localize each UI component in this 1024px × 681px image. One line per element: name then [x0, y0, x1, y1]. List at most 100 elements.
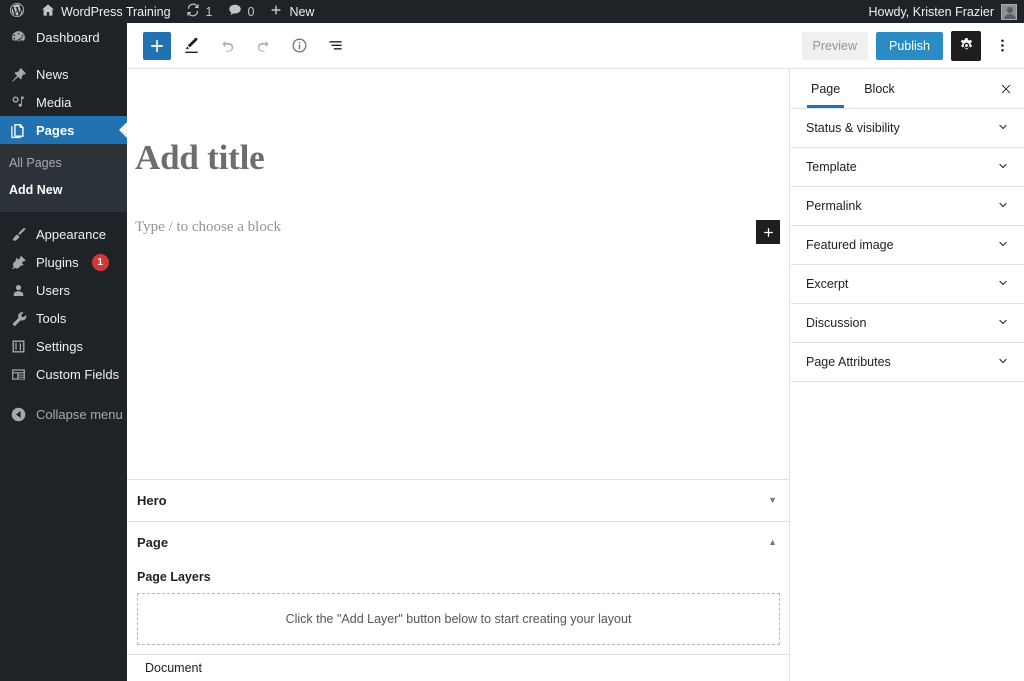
editor-toolbar-right: Preview Publish	[802, 31, 1015, 61]
plus-icon	[761, 225, 776, 240]
add-block-button[interactable]	[143, 32, 171, 60]
sidebar-submenu-pages: All Pages Add New	[0, 144, 127, 212]
avatar	[1001, 4, 1017, 20]
tab-block[interactable]: Block	[852, 69, 907, 108]
comments-count: 0	[248, 5, 255, 19]
close-sidebar-button[interactable]	[988, 69, 1024, 108]
sidebar-item-tools[interactable]: Tools	[0, 305, 127, 333]
editor-toolbar-left	[143, 30, 351, 62]
comments-button[interactable]: 0	[220, 0, 262, 23]
plus-icon	[147, 36, 167, 56]
account-menu[interactable]: Howdy, Kristen Frazier	[869, 4, 1024, 20]
site-name-button[interactable]: WordPress Training	[33, 0, 178, 23]
metabox-page-header[interactable]: Page ▲	[127, 522, 790, 563]
sidebar-item-users[interactable]: Users	[0, 277, 127, 305]
users-icon	[9, 282, 27, 300]
sidebar-item-custom-fields[interactable]: Custom Fields	[0, 361, 127, 389]
document-label[interactable]: Document	[145, 661, 202, 675]
new-content-label: New	[289, 5, 314, 19]
list-view-button[interactable]	[319, 30, 351, 62]
redo-button[interactable]	[247, 30, 279, 62]
list-view-icon	[325, 35, 346, 56]
collapse-menu-button[interactable]: Collapse menu	[0, 401, 127, 429]
panel-featured-image[interactable]: Featured image	[791, 226, 1024, 265]
page-layers-dropzone[interactable]: Click the "Add Layer" button below to st…	[137, 593, 780, 645]
wordpress-logo-button[interactable]	[0, 0, 33, 23]
panel-template[interactable]: Template	[791, 148, 1024, 187]
admin-sidebar-menu: Dashboard News Media Pages All Pages Add…	[0, 23, 127, 681]
metabox-hero-header[interactable]: Hero ▼	[127, 480, 790, 521]
sidebar-item-plugins[interactable]: Plugins 1	[0, 249, 127, 277]
plugins-icon	[9, 254, 27, 272]
vertical-ellipsis-icon	[993, 36, 1012, 55]
sidebar-item-label: News	[36, 68, 69, 81]
wordpress-logo-icon	[9, 2, 25, 21]
dashboard-icon	[9, 28, 27, 46]
metabox-hero: Hero ▼	[127, 480, 790, 522]
sidebar-item-add-new[interactable]: Add New	[0, 177, 127, 204]
new-content-button[interactable]: New	[261, 0, 321, 23]
panel-label: Page Attributes	[806, 355, 891, 369]
sidebar-item-settings[interactable]: Settings	[0, 333, 127, 361]
block-appender-button[interactable]	[756, 220, 780, 244]
info-circle-icon	[289, 35, 310, 56]
panel-permalink[interactable]: Permalink	[791, 187, 1024, 226]
sidebar-item-label: Media	[36, 96, 71, 109]
tab-page[interactable]: Page	[799, 69, 852, 108]
metaboxes-area: Hero ▼ Page ▲ Page Layers Click the "Add…	[127, 479, 790, 681]
panel-label: Featured image	[806, 238, 894, 252]
panel-label: Status & visibility	[806, 121, 900, 135]
sidebar-item-all-pages[interactable]: All Pages	[0, 150, 127, 177]
updates-icon	[185, 2, 201, 21]
panel-excerpt[interactable]: Excerpt	[791, 265, 1024, 304]
plus-icon	[268, 2, 284, 21]
panel-label: Excerpt	[806, 277, 848, 291]
post-title-input[interactable]: Add title	[135, 138, 735, 178]
panel-status-visibility[interactable]: Status & visibility	[791, 109, 1024, 148]
default-block-input[interactable]: Type / to choose a block	[135, 219, 281, 236]
panel-page-attributes[interactable]: Page Attributes	[791, 343, 1024, 382]
panel-discussion[interactable]: Discussion	[791, 304, 1024, 343]
settings-sidebar-tabs: Page Block	[791, 69, 1024, 109]
home-icon	[40, 2, 56, 21]
sidebar-item-appearance[interactable]: Appearance	[0, 221, 127, 249]
sidebar-item-media[interactable]: Media	[0, 88, 127, 116]
plugins-update-badge: 1	[92, 254, 109, 271]
block-editor: Preview Publish Add title Type / to choo…	[127, 23, 1024, 681]
sidebar-item-label: Custom Fields	[36, 368, 119, 381]
comment-bubble-icon	[227, 2, 243, 21]
details-button[interactable]	[283, 30, 315, 62]
pin-icon	[9, 65, 27, 83]
chevron-down-icon	[995, 197, 1011, 216]
sidebar-item-pages[interactable]: Pages	[0, 116, 127, 144]
howdy-label: Howdy, Kristen Frazier	[869, 5, 995, 19]
close-x-icon	[999, 82, 1013, 96]
editor-canvas: Add title Type / to choose a block Hero …	[127, 69, 790, 681]
updates-button[interactable]: 1	[178, 0, 220, 23]
sidebar-item-label: Appearance	[36, 228, 106, 241]
panel-label: Discussion	[806, 316, 866, 330]
sidebar-item-dashboard[interactable]: Dashboard	[0, 23, 127, 51]
media-icon	[9, 93, 27, 111]
metabox-title: Page	[137, 535, 168, 550]
appearance-brush-icon	[9, 226, 27, 244]
sidebar-item-label: Users	[36, 284, 70, 297]
publish-button[interactable]: Publish	[876, 32, 943, 60]
caret-down-icon[interactable]: ▼	[768, 496, 777, 505]
sidebar-item-label: Plugins	[36, 256, 79, 269]
tools-button[interactable]	[175, 30, 207, 62]
settings-sliders-icon	[9, 338, 27, 356]
settings-toggle-button[interactable]	[951, 31, 981, 61]
sidebar-item-label: Dashboard	[36, 31, 100, 44]
gear-icon	[957, 36, 976, 55]
custom-fields-icon	[9, 366, 27, 384]
preview-button[interactable]: Preview	[802, 32, 868, 60]
chevron-down-icon	[995, 119, 1011, 138]
caret-up-icon[interactable]: ▲	[768, 538, 777, 547]
more-options-button[interactable]	[989, 31, 1015, 61]
editor-header-toolbar: Preview Publish	[127, 23, 1024, 69]
redo-arrow-icon	[253, 35, 274, 56]
sidebar-item-news[interactable]: News	[0, 60, 127, 88]
undo-button[interactable]	[211, 30, 243, 62]
chevron-down-icon	[995, 353, 1011, 372]
